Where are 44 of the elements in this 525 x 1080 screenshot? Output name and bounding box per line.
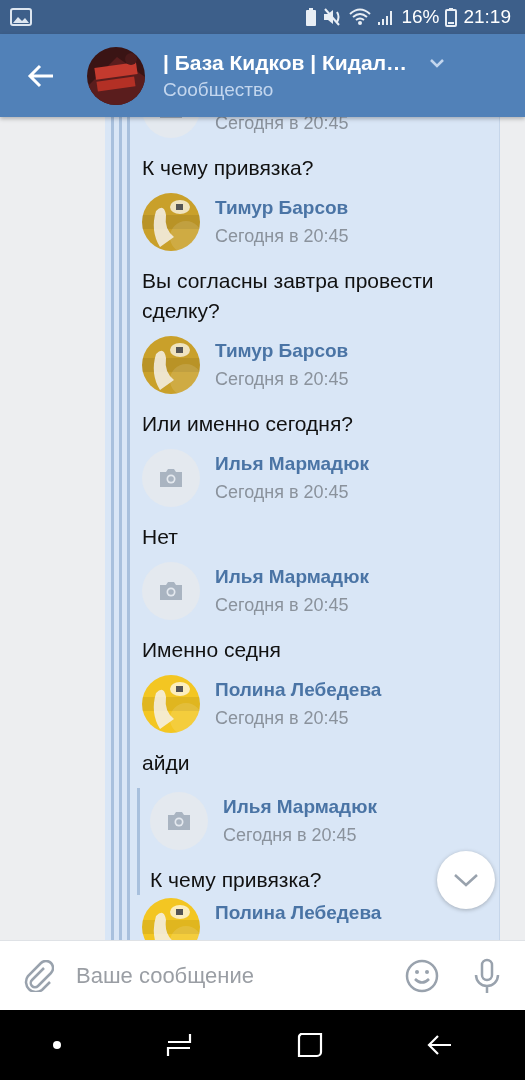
message-time: Сегодня в 20:45 — [215, 369, 349, 390]
emoji-button[interactable] — [405, 958, 439, 993]
message-text: К чему привязка? — [150, 867, 322, 893]
message-text: айди — [142, 750, 190, 776]
camera-icon — [158, 581, 184, 601]
message-text: Нет — [142, 524, 178, 550]
battery-icon — [445, 7, 458, 27]
attach-button[interactable] — [24, 959, 54, 992]
message-text: Или именно сегодня? — [142, 411, 353, 437]
paperclip-icon — [24, 959, 54, 992]
author-name[interactable]: Илья Мармадюк — [215, 452, 369, 475]
author-name[interactable]: Тимур Барсов — [215, 339, 349, 362]
author-name[interactable]: Илья Мармадюк — [223, 795, 377, 818]
message-input[interactable]: Ваше сообщение — [74, 961, 405, 990]
message-time: Сегодня в 20:45 — [215, 117, 349, 134]
recent-apps-icon[interactable] — [166, 1032, 193, 1058]
battery-percent: 16% — [401, 6, 440, 28]
author-name[interactable]: Полина Лебедева — [215, 901, 382, 924]
chevron-down-icon — [453, 872, 479, 888]
author-name[interactable]: Полина Лебедева — [215, 678, 382, 701]
message-time: Сегодня в 20:45 — [215, 595, 350, 616]
message-time: Сегодня в 20:45 — [223, 825, 358, 846]
message-time: Сегодня в 20:45 — [215, 482, 350, 503]
image-icon — [10, 8, 32, 26]
message-text: Вы согласны завтра провести сделку? — [142, 268, 435, 324]
camera-icon — [158, 468, 184, 488]
chat-title[interactable]: | База Кидков | Кидал… — [163, 50, 408, 75]
dot-icon[interactable] — [52, 1040, 63, 1050]
smiley-icon — [405, 958, 439, 993]
author-name[interactable]: Илья Мармадюк — [215, 565, 369, 588]
message-text: Именно седня — [142, 637, 281, 663]
clock: 21:19 — [463, 6, 511, 28]
battery-saver-icon — [305, 7, 318, 27]
message-text: К чему привязка? — [142, 155, 314, 181]
message-time: Сегодня в 20:45 — [215, 708, 350, 729]
chat-subtitle: Сообщество — [163, 78, 275, 101]
microphone-icon — [473, 957, 501, 994]
author-name[interactable]: Тимур Барсов — [215, 196, 349, 219]
voice-button[interactable] — [473, 957, 501, 994]
message-time: Сегодня в 20:45 — [215, 226, 349, 247]
home-icon[interactable] — [296, 1032, 323, 1058]
wifi-icon — [349, 8, 372, 26]
camera-icon — [166, 811, 192, 831]
chevron-down-icon[interactable] — [429, 58, 446, 68]
